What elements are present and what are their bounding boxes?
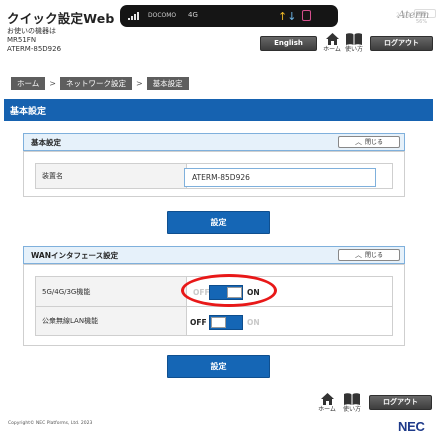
collapse-label: 閉じる xyxy=(364,252,383,259)
book-icon xyxy=(346,33,362,45)
home-icon xyxy=(325,33,339,45)
collapse-button-basic[interactable]: ︿ 閉じる xyxy=(338,136,400,148)
breadcrumb: ホーム > ネットワーク設定 > 基本設定 xyxy=(11,77,189,90)
toggle-off-label: OFF xyxy=(190,318,207,327)
breadcrumb-current: 基本設定 xyxy=(146,77,189,90)
manual-label: 使い方 xyxy=(342,406,361,413)
public-wifi-label: 公衆無線LAN機能 xyxy=(36,307,187,335)
english-button[interactable]: English xyxy=(260,36,317,51)
device-caption: お使いの機器は xyxy=(7,27,56,35)
footer-home-link[interactable]: ホーム xyxy=(316,392,338,413)
toggle-knob xyxy=(211,317,226,328)
carrier-label: DOCOMO xyxy=(148,12,177,19)
home-label: ホーム xyxy=(318,406,336,413)
footer-manual-link[interactable]: 使い方 xyxy=(341,392,363,413)
breadcrumb-home[interactable]: ホーム xyxy=(11,77,46,90)
home-label: ホーム xyxy=(323,46,341,53)
toggle-on-label: ON xyxy=(247,318,260,327)
device-model: MR51FN xyxy=(7,36,37,44)
section-header-wan: WANインタフェース設定 ︿ 閉じる xyxy=(23,246,405,264)
chevron-up-icon: ︿ xyxy=(354,251,362,259)
signal-icon xyxy=(128,12,142,20)
device-name: ATERM-85D926 xyxy=(7,45,62,53)
aterm-logo: Aterm xyxy=(398,10,430,21)
device-name-input[interactable]: ATERM-85D926 xyxy=(184,168,376,187)
chevron-up-icon: ︿ xyxy=(354,138,362,146)
section-title-basic: 基本設定 xyxy=(31,138,61,147)
collapse-label: 閉じる xyxy=(364,139,383,146)
home-icon xyxy=(320,393,334,405)
updown-arrows-icon: ↑↓ xyxy=(278,10,297,23)
logout-button[interactable]: ログアウト xyxy=(370,36,433,51)
book-icon xyxy=(344,393,360,405)
public-wifi-toggle[interactable]: OFF ON xyxy=(190,315,270,330)
nec-logo: NEC xyxy=(398,419,425,434)
cellular-label: 5G/4G/3G機能 xyxy=(36,277,187,306)
submit-button-wan[interactable]: 設定 xyxy=(167,355,270,378)
toggle-track xyxy=(209,315,243,330)
copyright: Copyright© NEC Platforms, Ltd. 2023 xyxy=(8,421,93,426)
device-name-label: 装置名 xyxy=(36,164,187,188)
wifi-icon xyxy=(302,10,311,21)
collapse-button-wan[interactable]: ︿ 閉じる xyxy=(338,249,400,261)
breadcrumb-network[interactable]: ネットワーク設定 xyxy=(59,77,132,90)
breadcrumb-separator: > xyxy=(49,79,56,88)
highlight-ellipse xyxy=(181,274,277,307)
section-title-wan: WANインタフェース設定 xyxy=(31,251,119,260)
page-title: 基本設定 xyxy=(4,99,433,121)
submit-button-basic[interactable]: 設定 xyxy=(167,211,270,234)
footer-logout-button[interactable]: ログアウト xyxy=(369,395,432,410)
app-title: クイック設定Web xyxy=(7,11,115,26)
section-header-basic: 基本設定 ︿ 閉じる xyxy=(23,133,405,151)
header: クイック設定Web お使いの機器は MR51FN ATERM-85D926 DO… xyxy=(0,0,438,58)
network-label: 4G xyxy=(188,11,198,19)
breadcrumb-separator: > xyxy=(135,79,143,88)
status-bar: DOCOMO 4G ↑↓ 2.4M 56% xyxy=(120,5,436,27)
home-link[interactable]: ホーム xyxy=(321,32,343,53)
manual-link[interactable]: 使い方 xyxy=(343,32,365,53)
manual-label: 使い方 xyxy=(344,46,363,53)
